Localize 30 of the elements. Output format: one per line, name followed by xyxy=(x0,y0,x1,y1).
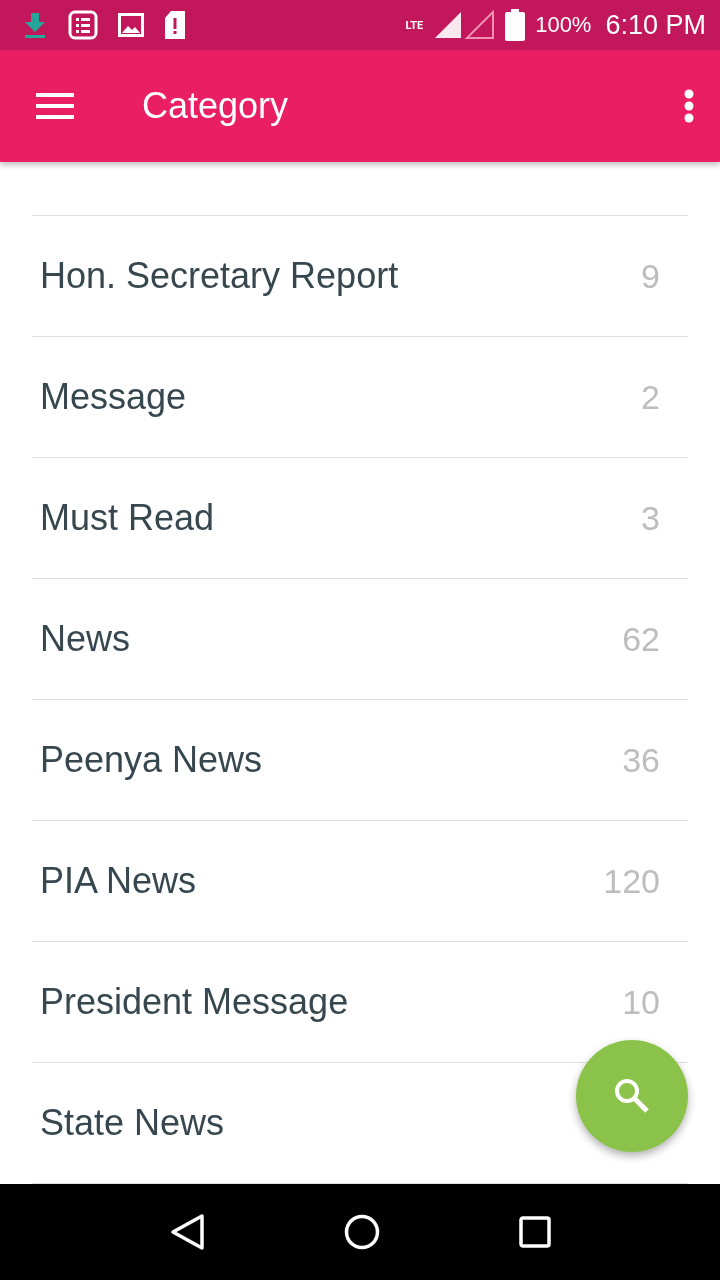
image-icon xyxy=(118,13,144,37)
network-type: LTE xyxy=(405,19,424,31)
battery-icon xyxy=(505,9,526,41)
item-count: 9 xyxy=(641,256,660,296)
item-count: 36 xyxy=(622,740,660,780)
screen-title: Category xyxy=(142,85,290,127)
category-name[interactable]: Message xyxy=(40,376,187,418)
category-name[interactable]: PIA News xyxy=(40,860,197,902)
item-count: 3 xyxy=(641,498,660,538)
more-options-icon[interactable] xyxy=(684,89,694,123)
sd-card-icon xyxy=(164,10,186,40)
menu-icon[interactable] xyxy=(36,93,74,119)
category-name[interactable]: President Message xyxy=(40,981,349,1023)
download-icon xyxy=(22,11,48,39)
category-name[interactable]: News xyxy=(40,618,131,660)
signal-icon xyxy=(433,10,496,40)
recents-icon[interactable] xyxy=(518,1216,551,1248)
category-name[interactable]: Hon. Secretary Report xyxy=(40,255,399,297)
item-count: 10 xyxy=(622,982,660,1022)
battery-percentage: 100% xyxy=(535,12,592,38)
category-name[interactable]: Must Read xyxy=(40,497,215,539)
item-count: 2 xyxy=(641,377,660,417)
back-icon[interactable] xyxy=(169,1213,206,1251)
item-count: 62 xyxy=(622,619,660,659)
home-icon[interactable] xyxy=(344,1214,380,1250)
category-name[interactable]: Peenya News xyxy=(40,739,263,781)
item-count: 120 xyxy=(603,861,660,901)
category-name[interactable]: State News xyxy=(40,1102,225,1144)
clock-time: 6:10 PM xyxy=(605,9,706,41)
list-icon xyxy=(68,10,98,40)
